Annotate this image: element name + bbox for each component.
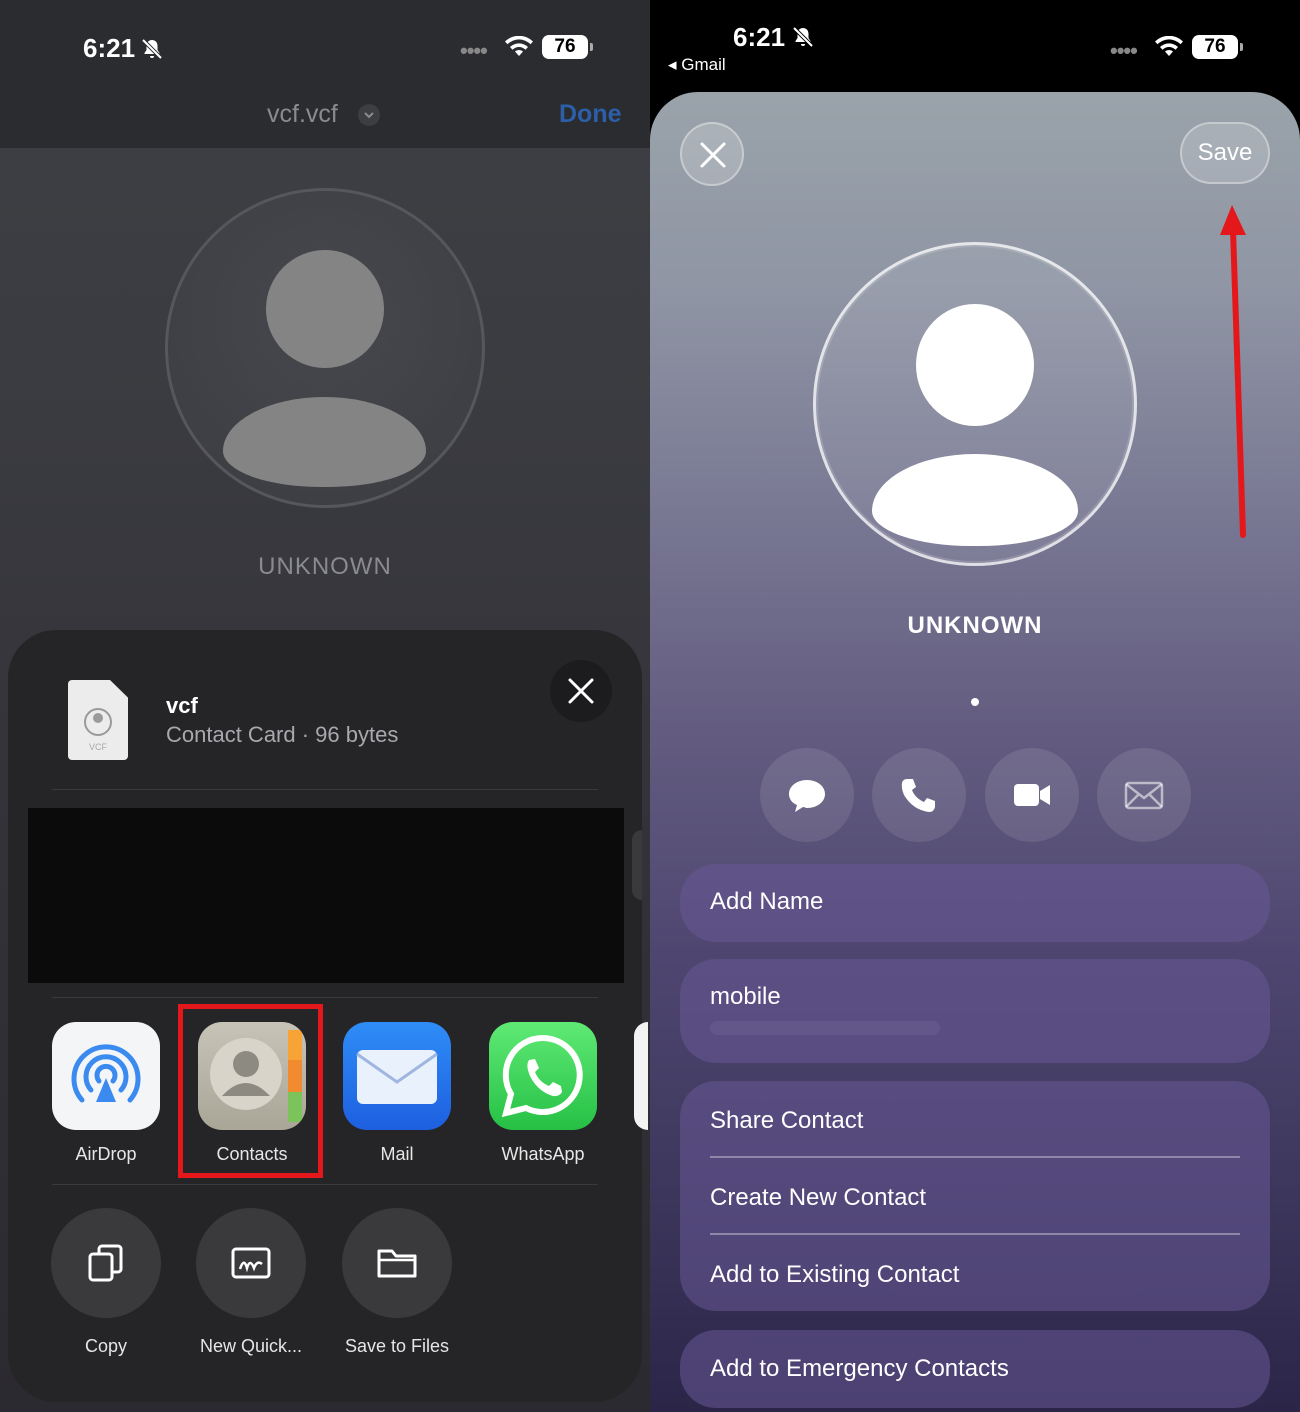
wifi-icon	[505, 36, 533, 56]
chevron-down-icon[interactable]	[358, 104, 380, 126]
divider	[710, 1156, 1240, 1158]
mobile-field[interactable]: mobile	[680, 959, 1270, 1063]
mail-icon	[1124, 781, 1164, 810]
field-label: mobile	[710, 983, 781, 1010]
action-new-quick-note[interactable]: New Quick...	[196, 1208, 306, 1357]
airdrop-icon	[52, 1022, 160, 1130]
contacts-highlight-box	[178, 1004, 323, 1178]
nav-title[interactable]: vcf.vcf	[267, 100, 338, 129]
share-app-whatsapp[interactable]: WhatsApp	[489, 1022, 597, 1165]
contact-actions-group: Share Contact Create New Contact Add to …	[680, 1081, 1270, 1311]
signal-icon: ••••	[460, 38, 488, 63]
close-button[interactable]	[680, 122, 744, 186]
preview-area	[28, 808, 624, 983]
message-icon	[789, 780, 825, 812]
vcf-file-icon: VCF	[68, 680, 128, 760]
close-icon	[700, 142, 726, 168]
field-label: Add Name	[710, 888, 824, 915]
action-label: New Quick...	[199, 1336, 303, 1356]
wifi-icon	[1155, 36, 1183, 56]
contact-card: Save UNKNOWN Add Name mobile Share Conta…	[650, 92, 1300, 1412]
action-label: Copy	[84, 1336, 128, 1356]
share-sheet: VCF vcf Contact Card · 96 bytes AirDrop …	[8, 630, 648, 1402]
mail-icon	[343, 1022, 451, 1130]
silent-bell-icon	[141, 38, 163, 60]
call-button[interactable]	[872, 748, 966, 842]
mail-button[interactable]	[1097, 748, 1191, 842]
share-contact-button[interactable]: Share Contact	[710, 1107, 863, 1135]
blurred-number	[710, 1021, 940, 1035]
video-icon	[1014, 784, 1050, 806]
contact-name: UNKNOWN	[258, 553, 392, 580]
silent-bell-icon	[792, 26, 814, 48]
add-to-emergency-contacts-button[interactable]: Add to Emergency Contacts	[680, 1330, 1270, 1408]
divider	[52, 1184, 598, 1185]
battery-indicator: 76	[542, 35, 593, 59]
app-label: WhatsApp	[501, 1144, 585, 1164]
phone-icon	[901, 779, 935, 812]
close-icon	[568, 678, 594, 704]
video-button[interactable]	[985, 748, 1079, 842]
file-name: vcf	[166, 693, 198, 718]
signal-icon: ••••	[1110, 38, 1138, 63]
whatsapp-icon	[489, 1022, 597, 1130]
share-app-airdrop[interactable]: AirDrop	[52, 1022, 160, 1165]
right-screen: 6:21 ◂ Gmail •••• 76 Save UNKNOWN Add Na…	[650, 0, 1300, 1412]
status-time: 6:21	[83, 33, 136, 63]
action-label: Save to Files	[344, 1336, 450, 1356]
message-button[interactable]	[760, 748, 854, 842]
contact-name: UNKNOWN	[907, 612, 1043, 639]
close-sheet-button[interactable]	[550, 660, 612, 722]
back-to-app-link[interactable]: ◂ Gmail	[668, 55, 726, 75]
battery-indicator: 76	[1192, 35, 1243, 59]
peek-item	[632, 830, 642, 900]
status-time: 6:21	[733, 22, 786, 52]
add-name-field[interactable]: Add Name	[680, 864, 1270, 942]
create-new-contact-button[interactable]: Create New Contact	[710, 1184, 926, 1212]
red-arrow-annotation	[1220, 205, 1246, 538]
folder-icon	[377, 1249, 417, 1278]
field-label: Add to Emergency Contacts	[710, 1355, 1009, 1382]
app-label: Mail	[380, 1144, 414, 1164]
share-app-mail[interactable]: Mail	[343, 1022, 451, 1165]
action-copy[interactable]: Copy	[51, 1208, 161, 1357]
copy-icon	[88, 1244, 123, 1282]
divider	[710, 1233, 1240, 1235]
quick-note-icon	[231, 1247, 271, 1279]
partial-app-icon[interactable]	[634, 1022, 648, 1130]
add-to-existing-contact-button[interactable]: Add to Existing Contact	[710, 1261, 959, 1289]
divider	[52, 997, 598, 998]
file-description: Contact Card · 96 bytes	[166, 722, 399, 747]
page-dot	[971, 698, 979, 706]
action-save-to-files[interactable]: Save to Files	[342, 1208, 452, 1357]
avatar-head	[266, 250, 384, 368]
divider	[52, 789, 598, 790]
app-label: AirDrop	[75, 1144, 137, 1164]
avatar-head	[916, 304, 1034, 426]
done-button[interactable]: Done	[559, 100, 622, 129]
save-button[interactable]: Save	[1180, 122, 1270, 184]
left-screen: 6:21 •••• 76 vcf.vcf Done UNKNOWN VCF vc…	[0, 0, 650, 1412]
